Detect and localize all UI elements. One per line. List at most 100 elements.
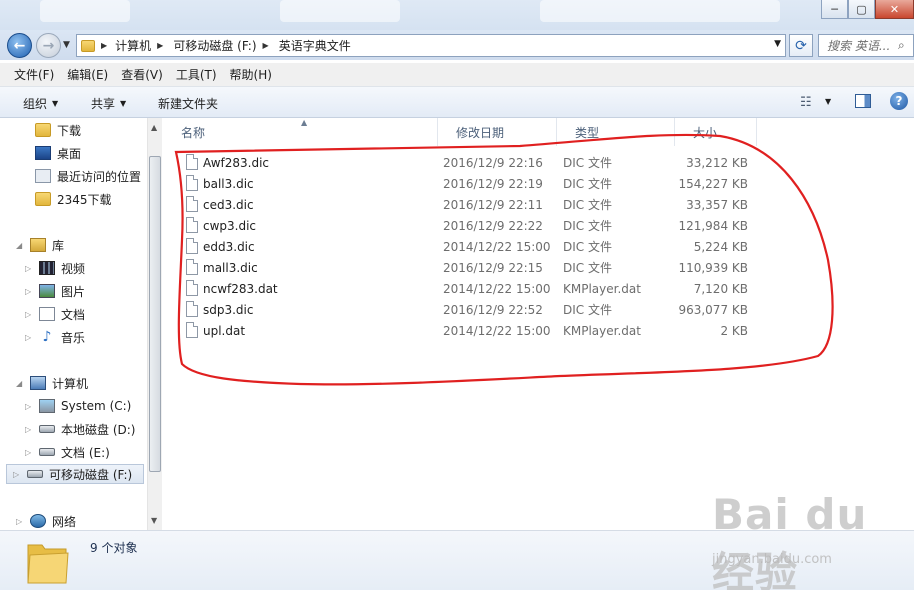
column-header-size[interactable]: 大小: [675, 118, 757, 146]
file-icon: [186, 280, 198, 296]
address-dropdown-icon[interactable]: ▼: [774, 39, 781, 49]
file-date: 2016/12/9 22:19: [443, 176, 543, 191]
expand-arrow-icon[interactable]: ▷: [25, 287, 33, 296]
maximize-button[interactable]: ▢: [848, 0, 875, 19]
nav-item-network[interactable]: ▷ 网络: [16, 511, 76, 530]
nav-label: 视频: [61, 261, 86, 276]
navigation-pane: 下载 桌面 最近访问的位置 2345下载 ◢ 库 ▷ 视频 ▷ 图片 ▷ 文档 ▷ ♪ 音乐…: [0, 118, 162, 530]
nav-item-desktop[interactable]: 桌面: [35, 143, 81, 163]
system-drive-icon: [39, 399, 55, 413]
network-icon: [30, 514, 46, 528]
menu-bar: 文件(F) 编辑(E) 查看(V) 工具(T) 帮助(H): [0, 63, 914, 87]
refresh-button[interactable]: ⟳: [789, 34, 813, 57]
file-size: 963,077 KB: [678, 302, 748, 317]
search-icon[interactable]: ⌕: [898, 38, 910, 53]
nav-item-videos[interactable]: ▷ 视频: [25, 258, 85, 278]
file-icon: [186, 301, 198, 317]
nav-item-drive-f[interactable]: ▷ 可移动磁盘 (F:): [6, 464, 144, 484]
expand-arrow-icon[interactable]: ▷: [25, 264, 33, 273]
menu-file[interactable]: 文件(F): [14, 66, 54, 83]
forward-button[interactable]: →: [36, 33, 61, 58]
expand-arrow-icon[interactable]: ▷: [25, 425, 33, 434]
nav-item-computer[interactable]: ◢ 计算机: [16, 373, 88, 393]
address-bar[interactable]: ▶ 计算机 ▶ 可移动磁盘 (F:) ▶ 英语字典文件 ▼: [76, 34, 786, 57]
file-row[interactable]: sdp3.dic 2016/12/9 22:52 DIC 文件 963,077 KB: [180, 299, 780, 320]
menu-tools[interactable]: 工具(T): [176, 66, 217, 83]
computer-icon: [30, 376, 46, 390]
folder-icon: [35, 123, 51, 137]
nav-item-libraries[interactable]: ◢ 库: [16, 235, 64, 255]
expand-arrow-icon[interactable]: ▷: [25, 333, 33, 342]
file-row[interactable]: cwp3.dic 2016/12/9 22:22 DIC 文件 121,984 KB: [180, 215, 780, 236]
nav-item-recent[interactable]: 最近访问的位置: [35, 166, 141, 186]
file-row[interactable]: ball3.dic 2016/12/9 22:19 DIC 文件 154,227 KB: [180, 173, 780, 194]
file-row[interactable]: upl.dat 2014/12/22 15:00 KMPlayer.dat 2 KB: [180, 320, 780, 341]
preview-pane-icon[interactable]: [855, 94, 871, 108]
file-row[interactable]: Awf283.dic 2016/12/9 22:16 DIC 文件 33,212 KB: [180, 152, 780, 173]
desktop-icon: [35, 146, 51, 160]
breadcrumb-computer[interactable]: 计算机 ▶: [115, 37, 163, 54]
menu-help[interactable]: 帮助(H): [230, 66, 272, 83]
expand-arrow-icon[interactable]: ▷: [25, 402, 33, 411]
share-button[interactable]: 共享 ▼: [91, 95, 126, 112]
file-size: 2 KB: [720, 323, 748, 338]
chevron-right-icon[interactable]: ▶: [263, 41, 269, 50]
nav-item-drive-c[interactable]: ▷ System (C:): [25, 396, 131, 416]
file-icon: [186, 238, 198, 254]
file-size: 110,939 KB: [678, 260, 748, 275]
file-name: cwp3.dic: [203, 218, 257, 233]
nav-label: 文档 (E:): [61, 445, 110, 460]
nav-item-2345-downloads[interactable]: 2345下载: [35, 189, 112, 209]
breadcrumb-removable-disk[interactable]: 可移动磁盘 (F:) ▶: [173, 37, 268, 54]
file-type: DIC 文件: [563, 198, 612, 212]
back-button[interactable]: ←: [7, 33, 32, 58]
file-row[interactable]: ncwf283.dat 2014/12/22 15:00 KMPlayer.dat 7…: [180, 278, 780, 299]
recent-pages-dropdown[interactable]: ▼: [63, 40, 70, 50]
file-name: edd3.dic: [203, 239, 255, 254]
file-name: Awf283.dic: [203, 155, 270, 170]
file-row[interactable]: ced3.dic 2016/12/9 22:11 DIC 文件 33,357 KB: [180, 194, 780, 215]
scrollbar-thumb[interactable]: [149, 156, 161, 472]
collapse-arrow-icon[interactable]: ◢: [16, 241, 24, 250]
scroll-up-icon[interactable]: ▲: [151, 123, 157, 132]
scroll-down-icon[interactable]: ▼: [151, 516, 157, 525]
file-name: ced3.dic: [203, 197, 254, 212]
minimize-button[interactable]: ─: [821, 0, 848, 19]
file-size: 33,357 KB: [686, 197, 748, 212]
file-row[interactable]: edd3.dic 2014/12/22 15:00 DIC 文件 5,224 KB: [180, 236, 780, 257]
nav-item-documents[interactable]: ▷ 文档: [25, 304, 85, 324]
new-folder-button[interactable]: 新建文件夹: [158, 95, 218, 112]
breadcrumb-current-folder[interactable]: 英语字典文件: [279, 37, 351, 54]
column-label: 名称: [181, 125, 206, 140]
organize-button[interactable]: 组织 ▼: [23, 95, 58, 112]
navigation-scrollbar[interactable]: ▲ ▼: [147, 118, 162, 530]
expand-arrow-icon[interactable]: ▷: [13, 470, 21, 479]
file-type: DIC 文件: [563, 303, 612, 317]
collapse-arrow-icon[interactable]: ◢: [16, 379, 24, 388]
expand-arrow-icon[interactable]: ▷: [25, 448, 33, 457]
nav-item-drive-e[interactable]: ▷ 文档 (E:): [25, 442, 110, 462]
expand-arrow-icon[interactable]: ▷: [16, 517, 24, 526]
file-row[interactable]: mall3.dic 2016/12/9 22:15 DIC 文件 110,939 KB: [180, 257, 780, 278]
nav-item-music[interactable]: ▷ ♪ 音乐: [25, 327, 85, 347]
menu-edit[interactable]: 编辑(E): [67, 66, 108, 83]
help-icon[interactable]: ?: [890, 92, 908, 110]
chevron-right-icon[interactable]: ▶: [157, 41, 163, 50]
nav-item-downloads[interactable]: 下载: [35, 120, 81, 140]
nav-item-drive-d[interactable]: ▷ 本地磁盘 (D:): [25, 419, 135, 439]
chevron-right-icon[interactable]: ▶: [101, 41, 107, 50]
change-view-icon[interactable]: ☷: [800, 95, 812, 110]
column-header-date[interactable]: 修改日期: [438, 118, 557, 146]
file-size: 121,984 KB: [678, 218, 748, 233]
video-icon: [39, 261, 55, 275]
baidu-watermark: Bai du 经验 jingyan.baidu.com: [700, 490, 900, 590]
expand-arrow-icon[interactable]: ▷: [25, 310, 33, 319]
share-label: 共享: [91, 97, 116, 111]
column-header-type[interactable]: 类型: [557, 118, 675, 146]
close-button[interactable]: ✕: [875, 0, 914, 19]
view-options-dropdown[interactable]: ▼: [825, 97, 831, 106]
nav-label: 网络: [52, 514, 77, 529]
nav-item-pictures[interactable]: ▷ 图片: [25, 281, 85, 301]
breadcrumb-label: 可移动磁盘 (F:): [173, 39, 257, 53]
menu-view[interactable]: 查看(V): [121, 66, 163, 83]
